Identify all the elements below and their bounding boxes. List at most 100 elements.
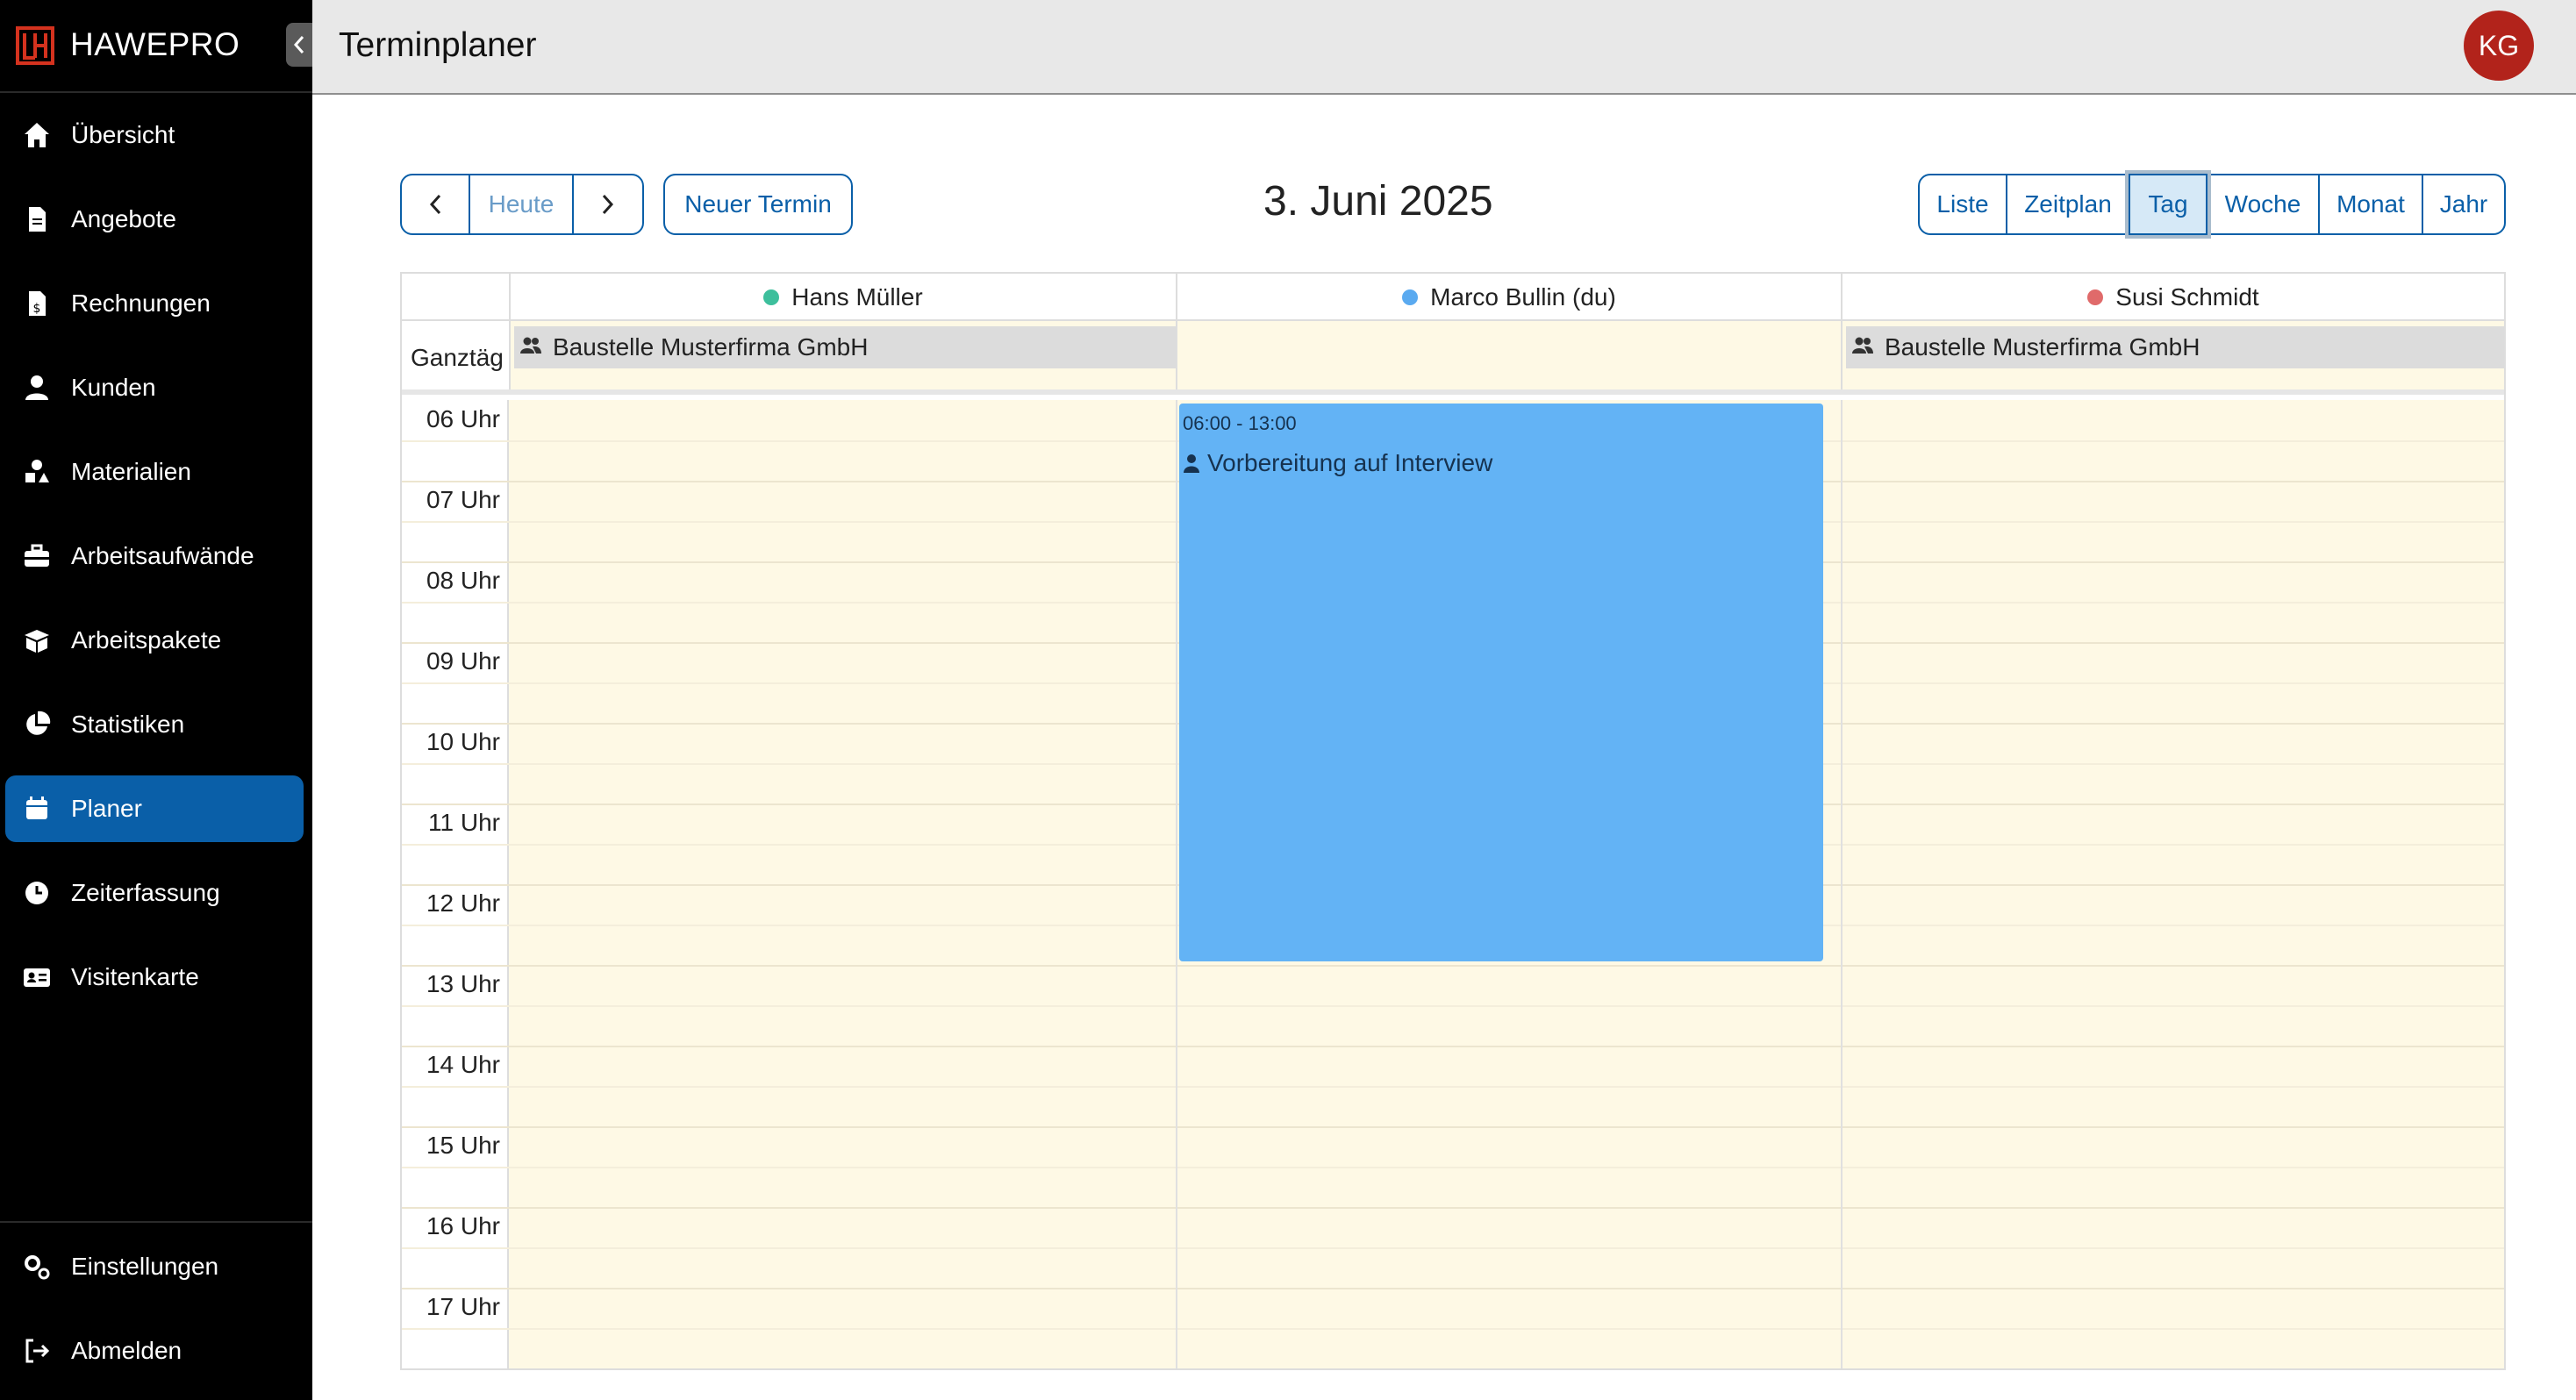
- next-button[interactable]: [572, 174, 644, 235]
- resource-color-dot: [1402, 289, 1419, 305]
- view-woche-button[interactable]: Woche: [2206, 174, 2320, 235]
- sidebar-item-arbeitspakete[interactable]: Arbeitspakete: [5, 607, 304, 674]
- clock-icon: [21, 877, 53, 909]
- sidebar-divider: [0, 1221, 312, 1223]
- collapse-sidebar-button[interactable]: [286, 23, 312, 67]
- hour-label: 08 Uhr: [426, 567, 500, 594]
- resource-name: Hans Müller: [791, 283, 923, 311]
- sidebar-item-materialien[interactable]: Materialien: [5, 439, 304, 505]
- half-hour-gridline: [402, 1247, 2504, 1249]
- brand: HAWEPRO: [0, 0, 312, 93]
- half-hour-gridline: [402, 1167, 2504, 1168]
- hour-label: 15 Uhr: [426, 1132, 500, 1159]
- view-liste-button[interactable]: Liste: [1918, 174, 2007, 235]
- nav-label: Materialien: [71, 458, 191, 485]
- column-divider: [1176, 400, 1177, 1368]
- chevron-left-icon: [429, 194, 441, 215]
- hour-label: 13 Uhr: [426, 970, 500, 997]
- half-hour-gridline: [402, 1005, 2504, 1007]
- sidebar-item-abmelden[interactable]: Abmelden: [5, 1318, 304, 1384]
- view-zeitplan-button[interactable]: Zeitplan: [2006, 174, 2130, 235]
- resource-header: Susi Schmidt: [1841, 274, 2504, 321]
- hour-label: 17 Uhr: [426, 1293, 500, 1320]
- allday-row: Ganztäg Baustelle Musterfirma GmbH Bauste…: [402, 321, 2504, 395]
- id-card-icon: [21, 961, 53, 993]
- nav-label: Kunden: [71, 374, 156, 401]
- resource-header-row: Hans Müller Marco Bullin (du) Susi Schmidt: [402, 274, 2504, 321]
- time-grid: 06 Uhr 07 Uhr 08 Uhr 09 Uhr 10 Uhr 11 Uhr 12 U…: [402, 400, 2504, 1368]
- hour-gridline: [402, 1126, 2504, 1128]
- sidebar-item-arbeitsaufwände[interactable]: Arbeitsaufwände: [5, 523, 304, 589]
- nav-label: Arbeitspakete: [71, 626, 222, 654]
- hour-label: 16 Uhr: [426, 1212, 500, 1239]
- today-button[interactable]: Heute: [469, 174, 574, 235]
- nav-label: Visitenkarte: [71, 963, 199, 990]
- home-icon: [21, 119, 53, 151]
- logo-icon: [16, 26, 54, 65]
- top-bar: Terminplaner KG: [312, 0, 2576, 95]
- document-icon: [21, 204, 53, 235]
- sidebar-item-kunden[interactable]: Kunden: [5, 354, 304, 421]
- sidebar-item-planer[interactable]: Planer: [5, 775, 304, 842]
- event-title-text: Vorbereitung auf Interview: [1207, 449, 1493, 476]
- nav-label: Angebote: [71, 205, 176, 232]
- calendar-icon: [21, 793, 53, 825]
- svg-text:$: $: [33, 302, 41, 316]
- nav-label: Einstellungen: [71, 1253, 219, 1280]
- hour-label: 09 Uhr: [426, 647, 500, 675]
- sidebar-item-übersicht[interactable]: Übersicht: [5, 102, 304, 168]
- allday-event[interactable]: Baustelle Musterfirma GmbH: [1846, 326, 2504, 368]
- chevron-right-icon: [602, 194, 614, 215]
- date-title: 3. Juni 2025: [1263, 178, 1493, 225]
- hour-gridline: [402, 1046, 2504, 1047]
- sidebar-item-statistiken[interactable]: Statistiken: [5, 691, 304, 758]
- view-monat-button[interactable]: Monat: [2318, 174, 2423, 235]
- hour-label: 07 Uhr: [426, 486, 500, 513]
- gears-icon: [21, 1251, 53, 1282]
- view-tag-button[interactable]: Tag: [2129, 174, 2207, 235]
- event-time: 06:00 - 13:00: [1183, 412, 1297, 434]
- sidebar-item-angebote[interactable]: Angebote: [5, 186, 304, 253]
- allday-event[interactable]: Baustelle Musterfirma GmbH: [514, 326, 1176, 368]
- avatar[interactable]: KG: [2464, 11, 2534, 81]
- calendar-event[interactable]: 06:00 - 13:00 Vorbereitung auf Interview: [1179, 404, 1823, 961]
- view-jahr-button[interactable]: Jahr: [2422, 174, 2506, 235]
- allday-event-title: Baustelle Musterfirma GmbH: [553, 333, 869, 361]
- resource-header: Hans Müller: [509, 274, 1176, 321]
- resource-name: Marco Bullin (du): [1430, 283, 1616, 311]
- nav-label: Statistiken: [71, 711, 185, 738]
- allday-cell[interactable]: [1176, 321, 1841, 389]
- sidebar-item-einstellungen[interactable]: Einstellungen: [5, 1233, 304, 1300]
- resource-header: Marco Bullin (du): [1176, 274, 1841, 321]
- hour-label: 14 Uhr: [426, 1051, 500, 1078]
- hour-gridline: [402, 965, 2504, 967]
- logout-icon: [21, 1335, 53, 1367]
- resource-color-dot: [2087, 289, 2104, 305]
- half-hour-gridline: [402, 1086, 2504, 1088]
- previous-button[interactable]: [400, 174, 470, 235]
- allday-label: Ganztäg: [411, 344, 504, 371]
- box-icon: [21, 625, 53, 656]
- shapes-icon: [21, 456, 53, 488]
- nav-label: Übersicht: [71, 121, 175, 148]
- calendar: Hans Müller Marco Bullin (du) Susi Schmidt…: [400, 272, 2506, 1370]
- hour-label: 12 Uhr: [426, 889, 500, 917]
- user-icon: [1183, 453, 1200, 474]
- half-hour-gridline: [402, 1328, 2504, 1330]
- hour-gridline: [402, 1288, 2504, 1289]
- user-icon: [21, 372, 53, 404]
- toolbox-icon: [21, 540, 53, 572]
- sidebar-item-zeiterfassung[interactable]: Zeiterfassung: [5, 860, 304, 926]
- hour-label: 11 Uhr: [428, 809, 500, 836]
- sidebar-item-visitenkarte[interactable]: Visitenkarte: [5, 944, 304, 1011]
- resource-color-dot: [763, 289, 780, 305]
- invoice-icon: $: [21, 288, 53, 319]
- new-appointment-button[interactable]: Neuer Termin: [663, 174, 853, 235]
- hour-label: 06 Uhr: [426, 405, 500, 432]
- hour-gridline: [402, 1207, 2504, 1209]
- brand-name: HAWEPRO: [70, 26, 240, 62]
- sidebar-item-rechnungen[interactable]: $ Rechnungen: [5, 270, 304, 337]
- users-icon: [519, 333, 542, 361]
- nav-label: Arbeitsaufwände: [71, 542, 254, 569]
- nav-label: Rechnungen: [71, 289, 211, 317]
